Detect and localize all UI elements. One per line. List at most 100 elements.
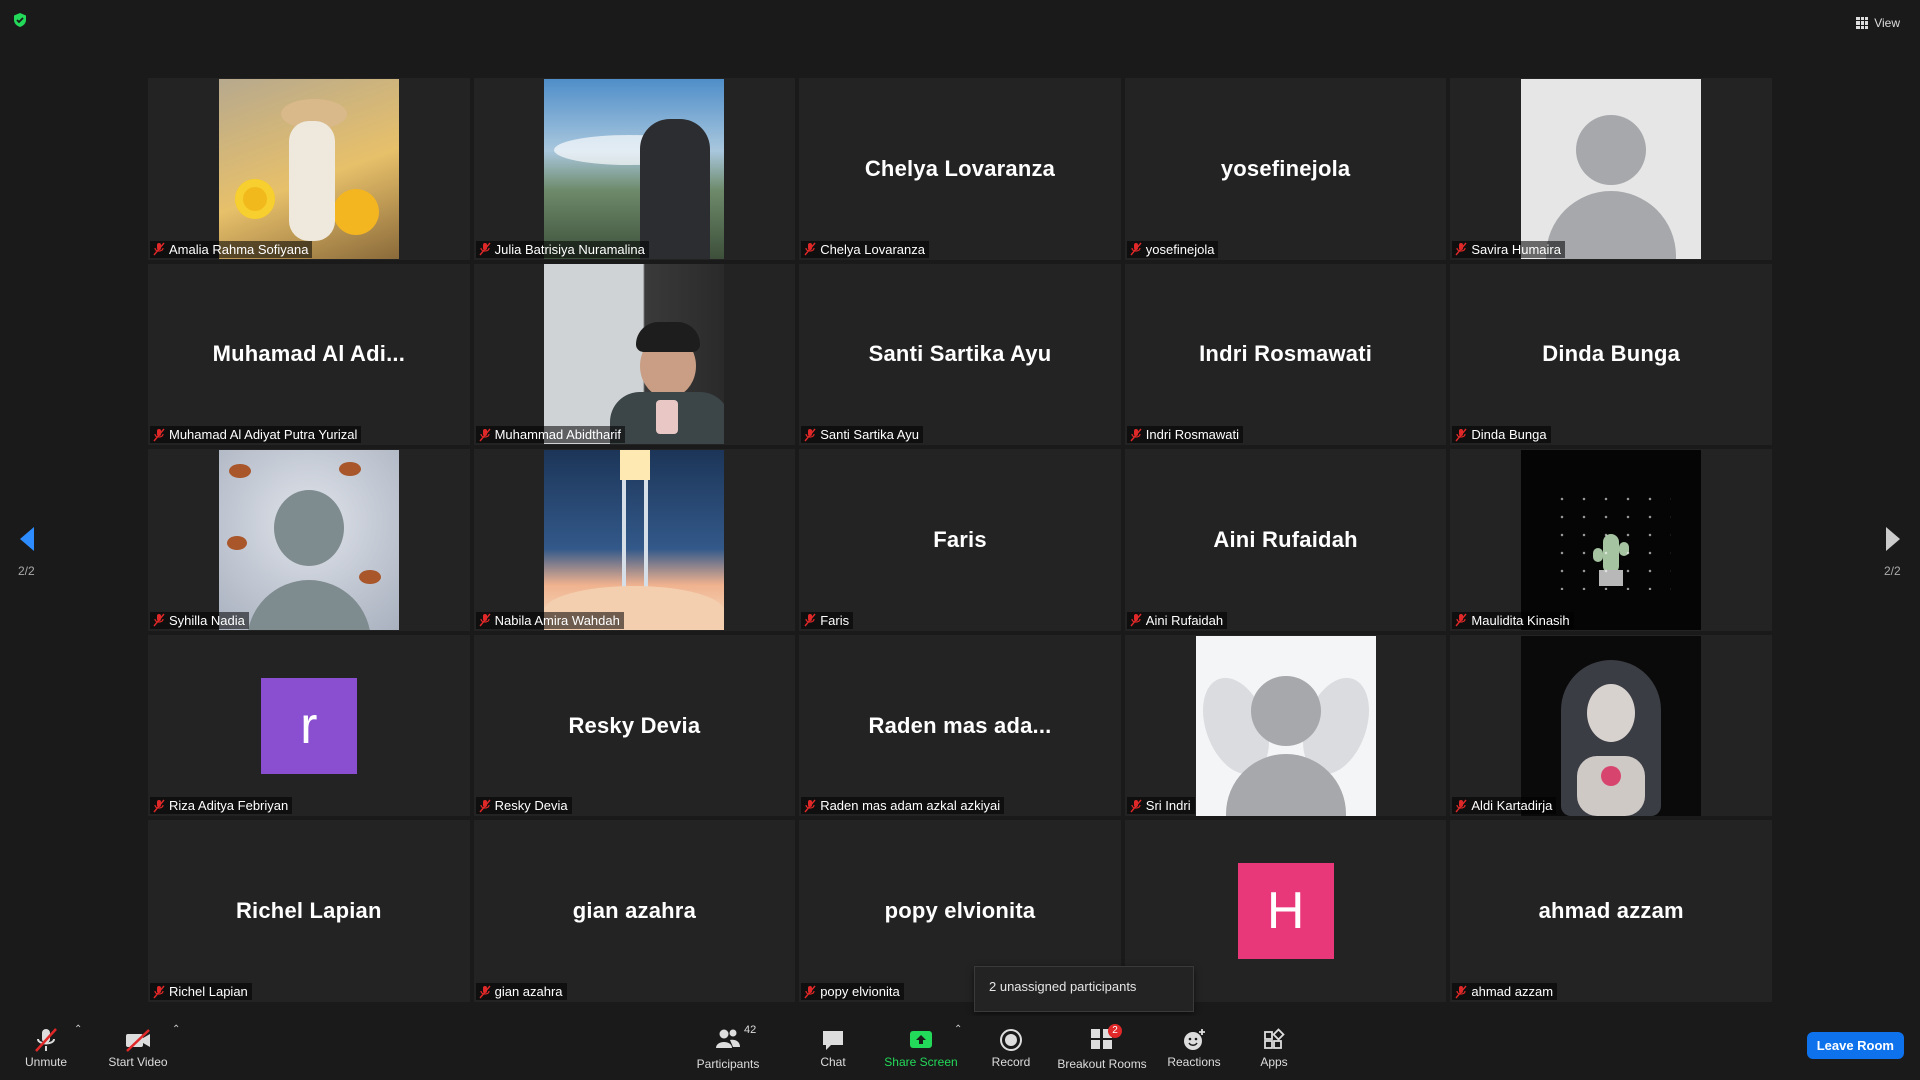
participant-tile[interactable]: Chelya Lovaranza Chelya Lovaranza (799, 78, 1121, 260)
participants-icon (716, 1029, 740, 1048)
previous-page-button[interactable]: 2/2 (18, 525, 36, 578)
participant-name-label: Richel Lapian (150, 983, 252, 1000)
grid-icon (1856, 17, 1869, 29)
participant-name-label: Sri Indri (1126, 797, 1195, 815)
participant-tile[interactable]: yosefinejola yosefinejola (1124, 78, 1447, 260)
next-page-button[interactable]: 2/2 (1884, 525, 1902, 578)
participant-tile[interactable]: gian azahra gian azahra (473, 820, 796, 1002)
participant-tile[interactable]: Syhilla Nadia (148, 449, 470, 631)
participant-tile[interactable]: Aini Rufaidah Aini Rufaidah (1124, 449, 1447, 631)
participant-profile-photo (544, 264, 725, 445)
record-icon (1000, 1029, 1022, 1051)
participant-profile-photo (544, 449, 725, 630)
participant-tile[interactable]: ahmad azzam ahmad azzam (1450, 820, 1772, 1002)
unmute-button[interactable]: Unmute (20, 1016, 72, 1080)
participants-count: 42 (744, 1023, 757, 1036)
participants-label: Participants (696, 1056, 760, 1071)
participant-tile[interactable]: Indri Rosmawati Indri Rosmawati (1124, 263, 1447, 446)
participant-name: Aini Rufaidah (1145, 612, 1224, 628)
participant-name: Nabila Amira Wahdah (494, 612, 620, 628)
participant-tile[interactable]: Amalia Rahma Sofiyana (148, 78, 470, 260)
page-indicator-left: 2/2 (18, 564, 35, 578)
apps-button[interactable]: Apps (1254, 1016, 1294, 1080)
participant-name-label: Chelya Lovaranza (801, 240, 929, 258)
muted-mic-icon (804, 799, 816, 813)
reactions-button[interactable]: Reactions (1164, 1016, 1224, 1080)
muted-mic-icon (479, 242, 491, 256)
participant-initial-avatar: r (260, 677, 357, 774)
participant-name-label: Nabila Amira Wahdah (475, 611, 624, 629)
participant-name-label: Faris (801, 611, 854, 629)
participant-name-label: yosefinejola (1126, 240, 1219, 258)
participant-tile[interactable]: Resky Devia Resky Devia (473, 634, 796, 817)
participant-name: gian azahra (494, 984, 563, 999)
participant-display-name: gian azahra (572, 898, 697, 924)
muted-mic-icon (804, 985, 816, 998)
muted-mic-icon (479, 985, 491, 998)
video-options-caret[interactable]: ⌃ (172, 1024, 180, 1035)
participant-name: Julia Batrisiya Nuramalina (494, 241, 645, 257)
participant-profile-photo (1521, 635, 1702, 816)
meeting-toolbar: Unmute ⌃ Start Video ⌃ 42 Participants C… (0, 1016, 1920, 1080)
participant-profile-photo (1521, 78, 1702, 259)
muted-mic-icon (153, 613, 165, 627)
leave-room-button[interactable]: Leave Room (1806, 1032, 1904, 1059)
participant-tile[interactable]: Julia Batrisiya Nuramalina (473, 78, 796, 260)
participant-name-label: gian azahra (475, 983, 567, 1000)
security-shield-icon[interactable] (12, 12, 28, 28)
participant-tile[interactable]: Richel Lapian Richel Lapian (148, 820, 470, 1002)
participant-name-label: popy elvionita (801, 983, 904, 1000)
microphone-muted-icon (35, 1028, 57, 1052)
participant-tile[interactable]: Santi Sartika Ayu Santi Sartika Ayu (799, 263, 1121, 446)
record-label: Record (991, 1055, 1031, 1069)
participant-name: Sri Indri (1145, 798, 1191, 814)
muted-mic-icon (153, 799, 165, 813)
participant-display-name: Muhamad Al Adi... (212, 341, 406, 367)
muted-mic-icon (1455, 613, 1467, 627)
chat-button[interactable]: Chat (808, 1016, 858, 1080)
participant-name: popy elvionita (820, 984, 900, 999)
view-button[interactable]: View (1856, 12, 1900, 34)
unmute-label: Unmute (24, 1055, 68, 1069)
participant-tile[interactable]: Maulidita Kinasih (1450, 449, 1772, 631)
participant-tile[interactable]: Faris Faris (799, 449, 1121, 631)
participant-name-label: Julia Batrisiya Nuramalina (475, 240, 649, 258)
participant-name: Amalia Rahma Sofiyana (169, 241, 309, 257)
participant-name: Resky Devia (494, 798, 568, 814)
participant-display-name: yosefinejola (1220, 155, 1351, 181)
muted-mic-icon (153, 985, 165, 998)
participant-tile[interactable]: Sri Indri (1124, 634, 1447, 817)
record-button[interactable]: Record (986, 1016, 1036, 1080)
muted-mic-icon (1130, 242, 1142, 256)
share-options-caret[interactable]: ⌃ (954, 1024, 962, 1035)
breakout-rooms-button[interactable]: 2 Breakout Rooms (1056, 1016, 1148, 1080)
participant-tile[interactable]: Muhamad Al Adi... Muhamad Al Adiyat Putra… (148, 263, 470, 446)
muted-mic-icon (804, 242, 816, 256)
participant-tile[interactable]: Raden mas ada... Raden mas adam azkal azk… (799, 634, 1121, 817)
participant-display-name: Richel Lapian (235, 898, 382, 924)
participant-display-name: Resky Devia (568, 712, 701, 738)
participant-tile[interactable]: Aldi Kartadirja (1450, 634, 1772, 817)
muted-mic-icon (1130, 613, 1142, 627)
participant-tile[interactable]: r Riza Aditya Febriyan (148, 634, 470, 817)
start-video-button[interactable]: Start Video (106, 1016, 170, 1080)
muted-mic-icon (804, 613, 816, 627)
participants-button[interactable]: 42 Participants (690, 1016, 766, 1080)
share-screen-button[interactable]: Share Screen (882, 1016, 960, 1080)
participant-name: ahmad azzam (1471, 984, 1554, 999)
triangle-left-icon (20, 527, 34, 551)
audio-options-caret[interactable]: ⌃ (74, 1024, 82, 1035)
participant-name-label: Muhammad Abidtharif (475, 426, 626, 444)
view-label: View (1874, 16, 1900, 30)
participant-tile[interactable]: Savira Humaira (1450, 78, 1772, 260)
page-indicator-right: 2/2 (1884, 564, 1901, 578)
participant-tile[interactable]: Dinda Bunga Dinda Bunga (1450, 263, 1772, 446)
participant-tile[interactable]: Nabila Amira Wahdah (473, 449, 796, 631)
participant-name-label: Raden mas adam azkal azkiyai (801, 797, 1005, 815)
share-screen-label: Share Screen (884, 1055, 958, 1069)
participant-name: Richel Lapian (169, 984, 248, 999)
muted-mic-icon (479, 613, 491, 627)
participant-tile[interactable]: Muhammad Abidtharif (473, 263, 796, 446)
participant-display-name: Faris (933, 526, 987, 552)
apps-label: Apps (1260, 1055, 1288, 1069)
